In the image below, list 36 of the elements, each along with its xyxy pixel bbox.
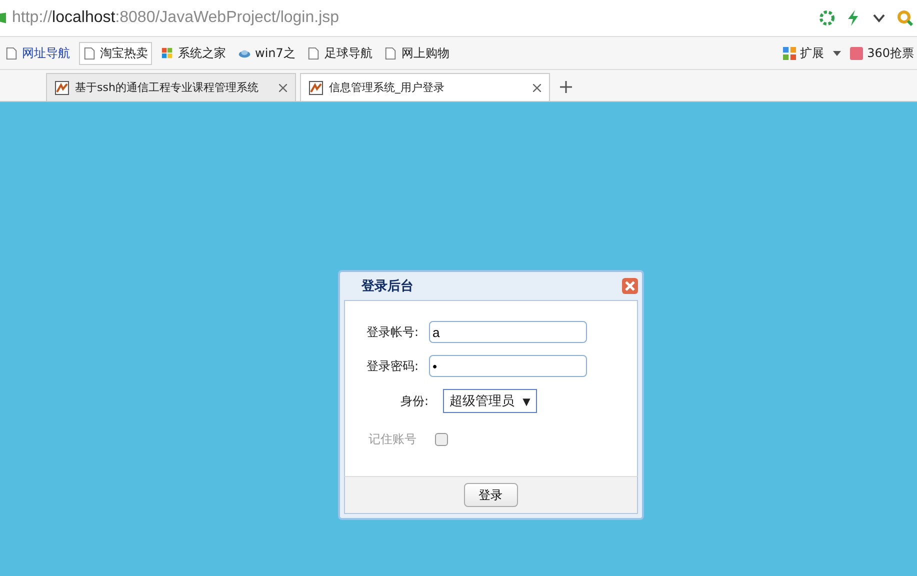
page-icon [384,46,398,60]
role-label: 身份: [400,392,430,410]
extensions-button[interactable]: 扩展 [780,42,828,64]
bookmark-link[interactable]: 网址导航 [2,42,73,64]
ticket-extension-button[interactable]: 360抢票 [847,42,917,64]
favicon-icon [309,80,323,94]
close-tab-icon[interactable] [279,84,287,92]
browser-tab[interactable]: 基于ssh的通信工程专业课程管理系统 [46,73,296,101]
bookmark-link[interactable]: 系统之家 [158,42,229,64]
grid-icon [783,46,796,60]
search-icon[interactable] [897,10,913,26]
account-field[interactable]: a [428,321,586,343]
close-icon[interactable] [622,278,638,294]
password-field[interactable]: • [428,355,586,377]
bookmark-link[interactable]: 网上购物 [381,42,452,64]
dialog-title: 登录后台 [362,278,414,295]
role-select[interactable]: 超级管理员 ▼ [442,389,538,413]
close-tab-icon[interactable] [533,84,541,92]
password-label: 登录密码: [366,358,420,374]
new-tab-icon[interactable] [560,81,572,93]
lightning-icon[interactable] [845,10,861,26]
login-button[interactable]: 登录 [464,483,518,507]
browser-tab[interactable]: 信息管理系统_用户登录 [300,73,550,101]
caret-icon[interactable] [833,50,842,56]
bookmark-link[interactable]: 淘宝热卖 [79,42,152,64]
bookmark-link[interactable]: 足球导航 [304,42,376,64]
favicon-icon [55,80,69,94]
windows-logo-icon [161,46,174,60]
remember-checkbox[interactable] [434,433,448,446]
refresh-icon[interactable] [819,10,835,26]
page-icon [83,46,96,60]
bookmark-link[interactable]: win7之 [235,42,298,64]
page-icon [307,46,320,60]
account-label: 登录帐号: [366,324,420,340]
remember-label: 记住账号 [368,431,416,448]
page-icon [5,46,18,60]
